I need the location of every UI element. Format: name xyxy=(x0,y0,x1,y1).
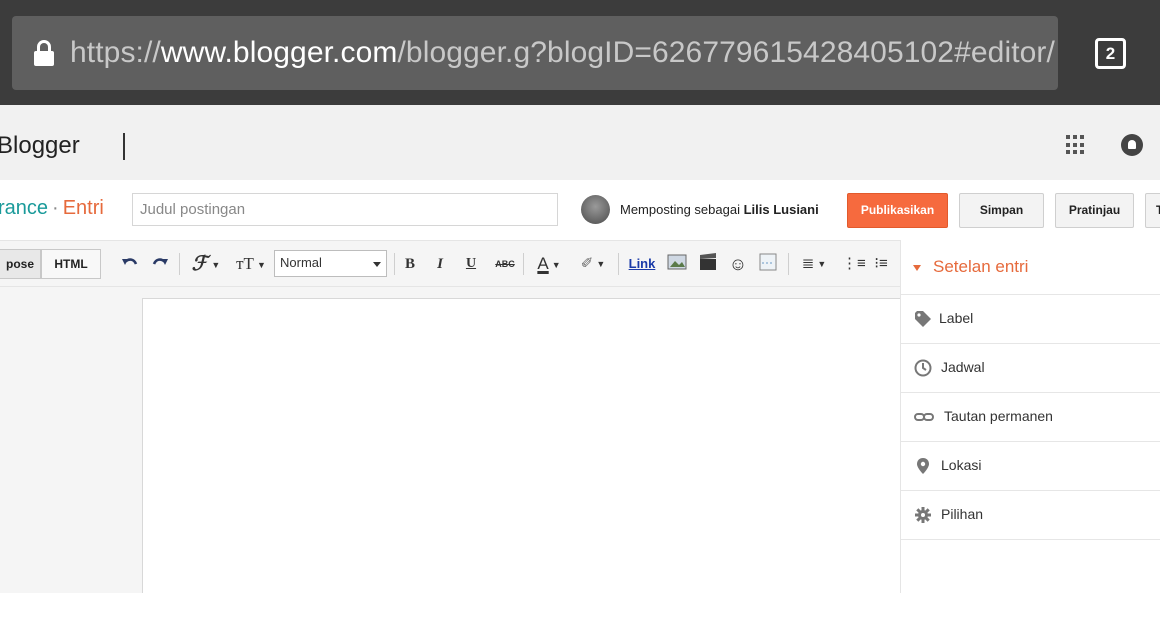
blogger-logo[interactable]: Blogger xyxy=(0,132,80,160)
tab-compose[interactable]: pose xyxy=(0,249,41,279)
url-scheme: https:// xyxy=(70,36,161,69)
post-settings-sidebar: Setelan entri Label Jadwal Tautan perman… xyxy=(900,240,1160,593)
close-button[interactable]: T xyxy=(1145,193,1160,228)
publish-button[interactable]: Publikasikan xyxy=(847,193,948,228)
undo-icon[interactable] xyxy=(121,253,139,275)
post-settings-header[interactable]: Setelan entri xyxy=(901,240,1160,295)
sidebar-item-label[interactable]: Label xyxy=(901,295,1160,344)
sidebar-item-text: Lokasi xyxy=(941,457,982,473)
screen: https://www.blogger.com/blogger.g?blogID… xyxy=(0,0,1160,620)
post-title-input[interactable] xyxy=(132,193,558,226)
breadcrumb-separator: · xyxy=(52,197,59,219)
tab-html[interactable]: HTML xyxy=(41,249,101,279)
insert-link-button[interactable]: Link xyxy=(627,253,657,275)
posting-as-text: Memposting sebagai Lilis Lusiani xyxy=(620,202,819,217)
insert-image-icon[interactable] xyxy=(666,253,688,275)
editor-toolbar: pose HTML ℱ ▼ тT ▼ Normal B I U ABC A ▼ ✐ ▼ … xyxy=(0,240,900,287)
post-body-editor[interactable] xyxy=(142,298,900,598)
preview-button[interactable]: Pratinjau xyxy=(1055,193,1134,228)
link-icon xyxy=(914,408,934,426)
strikethrough-icon[interactable]: ABC xyxy=(494,253,516,275)
toolbar-separator xyxy=(788,253,789,275)
format-value: Normal xyxy=(280,255,322,270)
font-family-icon[interactable]: ℱ ▼ xyxy=(187,253,225,275)
apps-grid-icon[interactable] xyxy=(1066,135,1086,155)
avatar xyxy=(581,195,610,224)
tab-count-button[interactable]: 2 xyxy=(1095,38,1126,69)
triangle-down-icon xyxy=(913,265,921,271)
bulleted-list-icon[interactable]: ⁝≡ xyxy=(872,253,890,275)
address-bar[interactable]: https://www.blogger.com/blogger.g?blogID… xyxy=(12,16,1058,90)
save-button[interactable]: Simpan xyxy=(959,193,1044,228)
text-color-icon[interactable]: A ▼ xyxy=(531,253,567,275)
numbered-list-icon[interactable]: ⋮≡ xyxy=(842,253,866,275)
editor-area xyxy=(0,287,900,598)
gear-icon xyxy=(914,506,932,524)
font-size-icon[interactable]: тT ▼ xyxy=(232,253,270,275)
url-text: https://www.blogger.com/blogger.g?blogID… xyxy=(70,36,1055,70)
italic-icon[interactable]: I xyxy=(433,253,447,275)
bold-icon[interactable]: B xyxy=(403,253,417,275)
sidebar-item-schedule[interactable]: Jadwal xyxy=(901,344,1160,393)
url-host: www.blogger.com xyxy=(160,36,398,69)
emoji-icon[interactable]: ☺ xyxy=(728,253,748,275)
lock-icon xyxy=(34,40,54,66)
underline-icon[interactable]: U xyxy=(464,253,478,275)
jump-break-icon[interactable] xyxy=(757,253,779,275)
app-header: Blogger xyxy=(0,105,1160,180)
clock-icon xyxy=(914,359,932,377)
sidebar-item-text: Label xyxy=(939,310,974,326)
insert-video-icon[interactable] xyxy=(697,253,719,275)
posting-as-prefix: Memposting sebagai xyxy=(620,202,740,217)
notifications-icon[interactable] xyxy=(1121,134,1143,156)
post-bar: rance·Entri Memposting sebagai Lilis Lus… xyxy=(0,180,1160,240)
breadcrumb-section: Entri xyxy=(62,197,104,219)
post-settings-title: Setelan entri xyxy=(933,257,1029,276)
sidebar-item-text: Tautan permanen xyxy=(944,408,1053,424)
breadcrumb-blog[interactable]: rance xyxy=(0,197,48,219)
tag-icon xyxy=(914,310,932,328)
chevron-down-icon xyxy=(373,262,381,267)
bottom-blank xyxy=(0,593,1160,620)
location-pin-icon xyxy=(914,457,932,475)
toolbar-separator xyxy=(523,253,524,275)
align-icon[interactable]: ≣ ▼ xyxy=(797,253,831,275)
sidebar-item-text: Pilihan xyxy=(941,506,984,522)
sidebar-item-location[interactable]: Lokasi xyxy=(901,442,1160,491)
breadcrumb: rance · Entri xyxy=(0,197,104,220)
posting-as-user: Lilis Lusiani xyxy=(743,202,819,217)
format-select[interactable]: Normal xyxy=(274,250,387,277)
header-divider xyxy=(123,133,125,160)
browser-chrome: https://www.blogger.com/blogger.g?blogID… xyxy=(0,0,1160,105)
sidebar-item-permalink[interactable]: Tautan permanen xyxy=(901,393,1160,442)
toolbar-separator xyxy=(179,253,180,275)
sidebar-item-options[interactable]: Pilihan xyxy=(901,491,1160,540)
toolbar-separator xyxy=(394,253,395,275)
url-path: /blogger.g?blogID=626779615428405102#edi… xyxy=(397,36,1055,69)
redo-icon[interactable] xyxy=(151,253,169,275)
highlight-color-icon[interactable]: ✐ ▼ xyxy=(575,253,611,275)
sidebar-item-text: Jadwal xyxy=(941,359,985,375)
toolbar-separator xyxy=(618,253,619,275)
